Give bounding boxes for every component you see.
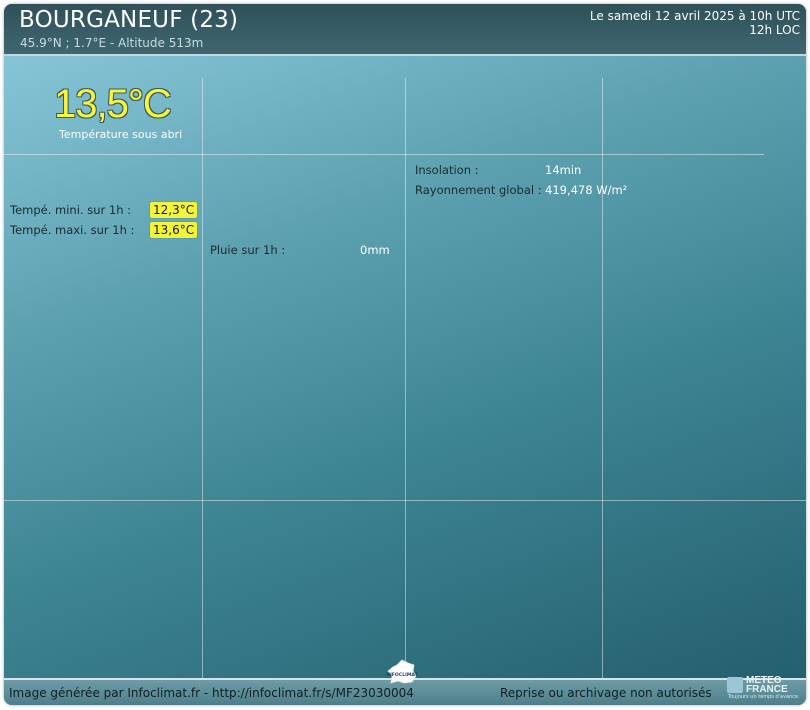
grid-line-horizontal-top <box>4 154 764 155</box>
meteo-france-wordmark: METEO FRANCE <box>746 676 788 695</box>
min-temp-label: Tempé. mini. sur 1h : <box>10 203 132 217</box>
meteo-france-logo: METEO FRANCE Toujours un temps d'avance <box>727 675 798 700</box>
main-panel: 13,5°C Température sous abri Tempé. mini… <box>4 56 806 678</box>
max-temp-badge: 13,6°C <box>150 222 198 238</box>
current-temperature: 13,5°C <box>54 82 172 126</box>
infoclimat-france-icon: INFOCLIMAT <box>386 659 419 684</box>
weather-card: BOURGANEUF (23) 45.9°N ; 1.7°E - Altitud… <box>4 4 806 705</box>
station-coordinates: 45.9°N ; 1.7°E - Altitude 513m <box>20 36 204 50</box>
min-temp-badge: 12,3°C <box>150 202 198 218</box>
generated-by-text: Image générée par Infoclimat.fr - http:/… <box>9 686 414 700</box>
meteo-france-emblem-icon <box>727 677 743 693</box>
station-title: BOURGANEUF (23) <box>19 7 239 33</box>
infoclimat-icon-text: INFOCLIMAT <box>386 672 418 678</box>
grid-line-horizontal-bottom <box>4 500 806 501</box>
current-temperature-label: Température sous abri <box>59 128 183 141</box>
rights-notice: Reprise ou archivage non autorisés <box>500 686 712 700</box>
insolation-label: Insolation : <box>415 163 479 177</box>
observation-datetime-local: 12h LOC <box>749 23 800 37</box>
grid-line-vertical-1 <box>202 78 203 678</box>
radiation-label: Rayonnement global : <box>415 183 542 197</box>
header-bar: BOURGANEUF (23) 45.9°N ; 1.7°E - Altitud… <box>4 4 806 56</box>
grid-line-vertical-3 <box>602 78 603 678</box>
insolation-value: 14min <box>545 163 582 177</box>
rain-value: 0mm <box>360 243 390 257</box>
meteo-france-line2: FRANCE <box>746 684 788 695</box>
grid-line-vertical-2 <box>405 78 406 678</box>
max-temp-label: Tempé. maxi. sur 1h : <box>10 223 135 237</box>
meteo-france-tagline: Toujours un temps d'avance <box>728 694 799 700</box>
rain-label: Pluie sur 1h : <box>210 243 286 257</box>
observation-datetime-utc: Le samedi 12 avril 2025 à 10h UTC <box>589 9 800 23</box>
radiation-value: 419,478 W/m² <box>545 183 628 197</box>
